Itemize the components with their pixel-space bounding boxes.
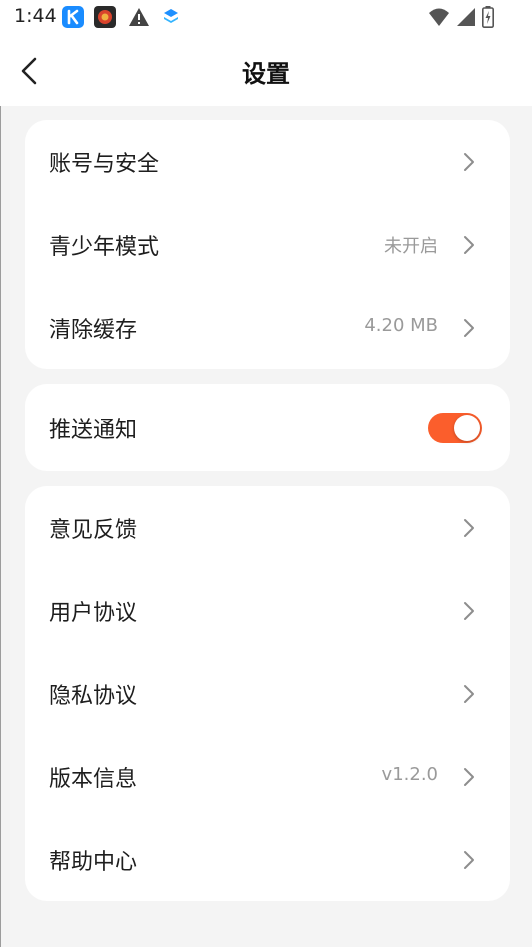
teen-mode-row[interactable]: 青少年模式 未开启 (25, 203, 510, 286)
battery-charging-icon (482, 6, 494, 28)
push-notification-toggle[interactable] (428, 413, 482, 443)
nav-header: 设置 (0, 34, 532, 106)
warning-icon (129, 8, 149, 26)
layers-app-icon (164, 9, 178, 23)
chevron-right-icon (464, 768, 474, 786)
version-number: v1.2.0 (381, 764, 438, 785)
page-title: 设置 (242, 60, 290, 88)
row-label: 清除缓存 (49, 318, 138, 343)
privacy-policy-row[interactable]: 隐私协议 (25, 652, 510, 735)
push-notification-row: 推送通知 (25, 386, 510, 469)
clear-cache-row[interactable]: 清除缓存 4.20 MB (25, 286, 510, 369)
chevron-right-icon (464, 319, 474, 337)
row-label: 账号与安全 (49, 152, 160, 177)
chevron-right-icon (464, 236, 474, 254)
feedback-row[interactable]: 意见反馈 (25, 486, 510, 569)
help-center-row[interactable]: 帮助中心 (25, 818, 510, 901)
wifi-icon (429, 8, 449, 26)
chevron-right-icon (464, 851, 474, 869)
row-label: 用户协议 (49, 601, 138, 626)
row-label: 帮助中心 (49, 850, 138, 875)
user-agreement-row[interactable]: 用户协议 (25, 569, 510, 652)
chevron-right-icon (464, 685, 474, 703)
row-label: 青少年模式 (49, 235, 160, 260)
row-label: 版本信息 (49, 767, 138, 792)
window-edge (0, 0, 1, 947)
chevron-right-icon (464, 153, 474, 171)
cell-signal-icon (457, 8, 475, 26)
settings-group-account: 账号与安全 青少年模式 未开启 清除缓存 4.20 MB (25, 120, 510, 369)
row-label: 推送通知 (49, 418, 138, 443)
row-label: 意见反馈 (49, 518, 138, 543)
account-security-row[interactable]: 账号与安全 (25, 120, 510, 203)
status-indicators (428, 6, 494, 28)
red-app-icon (94, 6, 116, 28)
k-app-icon (62, 6, 84, 28)
status-time: 1:44 (14, 5, 57, 27)
version-info-row[interactable]: 版本信息 v1.2.0 (25, 735, 510, 818)
cache-size: 4.20 MB (364, 315, 438, 336)
settings-group-about: 意见反馈 用户协议 隐私协议 版本信息 v1.2.0 帮助中心 (25, 486, 510, 901)
row-label: 隐私协议 (49, 684, 138, 709)
toggle-knob (454, 415, 480, 441)
chevron-right-icon (464, 519, 474, 537)
status-bar: 1:44 (0, 0, 532, 34)
chevron-right-icon (464, 602, 474, 620)
settings-group-notifications: 推送通知 (25, 384, 510, 471)
teen-mode-status: 未开启 (384, 236, 438, 257)
